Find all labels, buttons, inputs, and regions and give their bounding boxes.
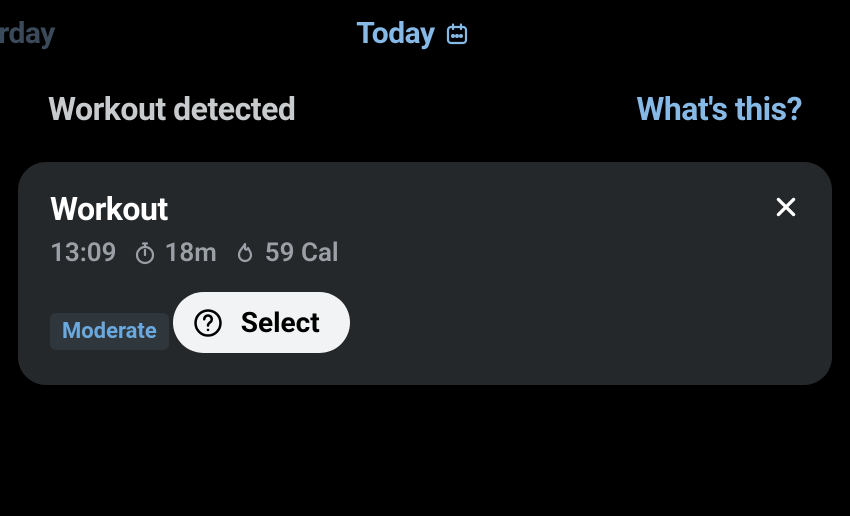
tab-today-label: Today (356, 16, 434, 51)
card-title-row: Workout (50, 190, 800, 228)
select-button-label: Select (241, 306, 320, 339)
tab-today[interactable]: Today (356, 8, 468, 64)
workout-duration: 18m (133, 238, 217, 268)
tab-bar: sterday Today (0, 0, 850, 64)
workout-time: 13:09 (50, 238, 117, 268)
section-header: Workout detected What's this? (0, 64, 850, 128)
workout-time-value: 13:09 (50, 238, 117, 268)
workout-title: Workout (50, 190, 168, 228)
workout-calories: 59 Cal (233, 238, 339, 268)
tab-yesterday[interactable]: sterday (0, 8, 55, 64)
section-title: Workout detected (48, 90, 295, 128)
workout-stats: 13:09 18m 59 Cal (50, 238, 800, 268)
select-button[interactable]: Select (173, 292, 350, 353)
intensity-tag: Moderate (50, 313, 169, 350)
question-icon (193, 308, 223, 338)
whats-this-link[interactable]: What's this? (636, 90, 802, 128)
close-button[interactable] (772, 195, 800, 223)
workout-duration-value: 18m (165, 238, 217, 268)
workout-card: Workout 13:09 18m (18, 162, 832, 385)
close-icon (773, 194, 799, 224)
calendar-icon (445, 22, 469, 46)
stopwatch-icon (133, 241, 157, 265)
workout-calories-value: 59 Cal (265, 238, 339, 268)
flame-icon (233, 241, 257, 265)
